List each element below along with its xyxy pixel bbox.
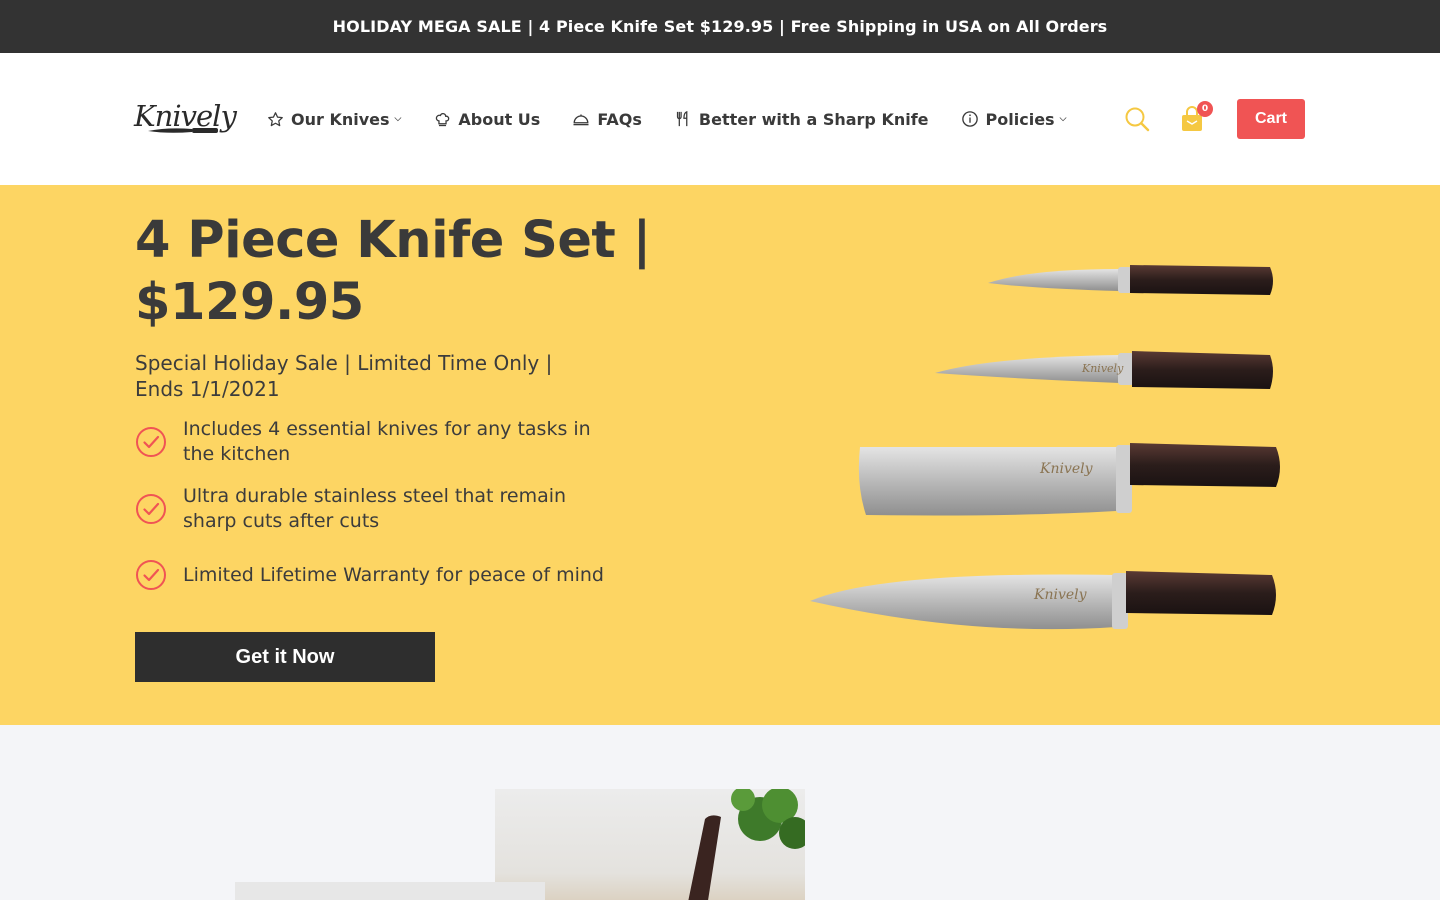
nakiri-knife: Knively [858,443,1280,516]
nav-item-policies[interactable]: Policies ⌵ [961,109,1067,129]
feature-text: Includes 4 essential knives for any task… [183,418,591,465]
cart-button[interactable]: Cart [1237,99,1305,139]
blade-brand-text: Knively [1039,461,1094,477]
check-circle-icon [136,560,166,590]
feature-text: Limited Lifetime Warranty for peace of m… [183,563,604,586]
knife-set-image: Knively Knively Knively [810,265,1280,630]
secondary-photo [235,882,545,900]
announcement-bar: HOLIDAY MEGA SALE | 4 Piece Knife Set $1… [0,0,1440,53]
check-circle-icon [136,427,166,457]
star-icon [266,110,284,128]
paring-knife [988,265,1273,295]
nav-label-faqs: FAQs [597,109,642,129]
chef-knife: Knively [810,571,1276,630]
site-logo[interactable]: Knively [134,97,237,141]
cloche-icon [572,110,590,128]
chef-hat-icon [433,110,451,128]
hero-title: 4 Piece Knife Set | $129.95 [135,211,651,332]
nav-item-about-us[interactable]: About Us [433,110,540,129]
feature-item: Includes 4 essential knives for any task… [135,417,615,467]
knife-logo-icon [148,128,218,133]
search-button[interactable] [1124,106,1150,132]
nav-item-better-with-sharp-knife[interactable]: Better with a Sharp Knife [674,110,929,129]
utensils-icon [674,110,692,128]
main-nav: Our Knives ⌵ About Us FAQs Better with a… [266,106,1098,132]
chevron-down-icon: ⌵ [394,114,402,124]
search-icon [1125,107,1150,132]
feature-text: Ultra durable stainless steel that remai… [183,484,567,532]
blade-brand-text: Knively [1081,362,1124,375]
featured-section [0,725,1440,900]
feature-item: Ultra durable stainless steel that remai… [135,484,615,534]
blade-brand-text: Knively [1033,587,1088,603]
info-icon [961,110,979,128]
get-it-now-button[interactable]: Get it Now [135,632,435,682]
feature-list: Includes 4 essential knives for any task… [135,417,615,617]
nav-label-about-us: About Us [458,109,541,129]
announcement-text: HOLIDAY MEGA SALE | 4 Piece Knife Set $1… [332,17,1108,36]
chevron-down-icon: ⌵ [1059,114,1067,124]
nav-item-faqs[interactable]: FAQs [572,110,642,129]
nav-label-better-with-sharp-knife: Better with a Sharp Knife [698,109,929,129]
feature-item: Limited Lifetime Warranty for peace of m… [135,550,615,600]
cart-icon-button[interactable]: 0 [1180,101,1213,133]
utility-knife: Knively [935,351,1273,389]
hero-section: 4 Piece Knife Set | $129.95 Special Holi… [0,185,1440,725]
nav-label-our-knives: Our Knives [291,109,390,129]
site-header: Knively Our Knives ⌵ About Us FAQs Bette… [0,53,1440,185]
nav-item-our-knives[interactable]: Our Knives ⌵ [266,110,401,129]
check-circle-icon [136,493,166,524]
hero-subtitle: Special Holiday Sale | Limited Time Only… [135,351,553,401]
cart-count-badge: 0 [1197,101,1213,117]
nav-label-policies: Policies [985,109,1055,129]
